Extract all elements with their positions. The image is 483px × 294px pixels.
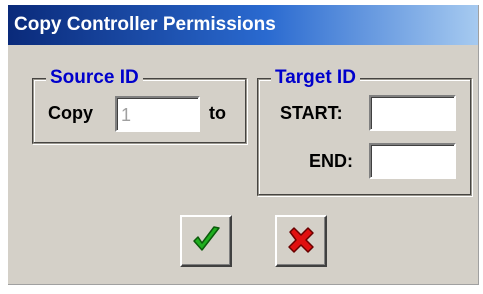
title-bar[interactable]: Copy Controller Permissions [8, 5, 478, 45]
source-id-input[interactable] [115, 96, 200, 132]
start-label: START: [280, 103, 343, 123]
ok-button[interactable] [180, 215, 232, 267]
copy-label: Copy [48, 103, 93, 123]
source-id-caption: Source ID [46, 67, 143, 89]
target-id-caption: Target ID [271, 67, 360, 89]
window-title: Copy Controller Permissions [14, 14, 276, 35]
start-id-input[interactable] [369, 95, 456, 131]
green-checkmark-icon [189, 223, 223, 260]
end-label: END: [309, 151, 353, 171]
cancel-button[interactable] [275, 215, 327, 267]
source-id-group: Source ID Copy to [32, 67, 247, 144]
copy-permissions-dialog: Copy Controller Permissions Source ID Co… [8, 5, 479, 285]
end-id-input[interactable] [369, 143, 456, 179]
target-id-group: Target ID START: END: [257, 67, 472, 196]
to-label: to [209, 103, 226, 123]
red-x-icon [284, 223, 318, 260]
